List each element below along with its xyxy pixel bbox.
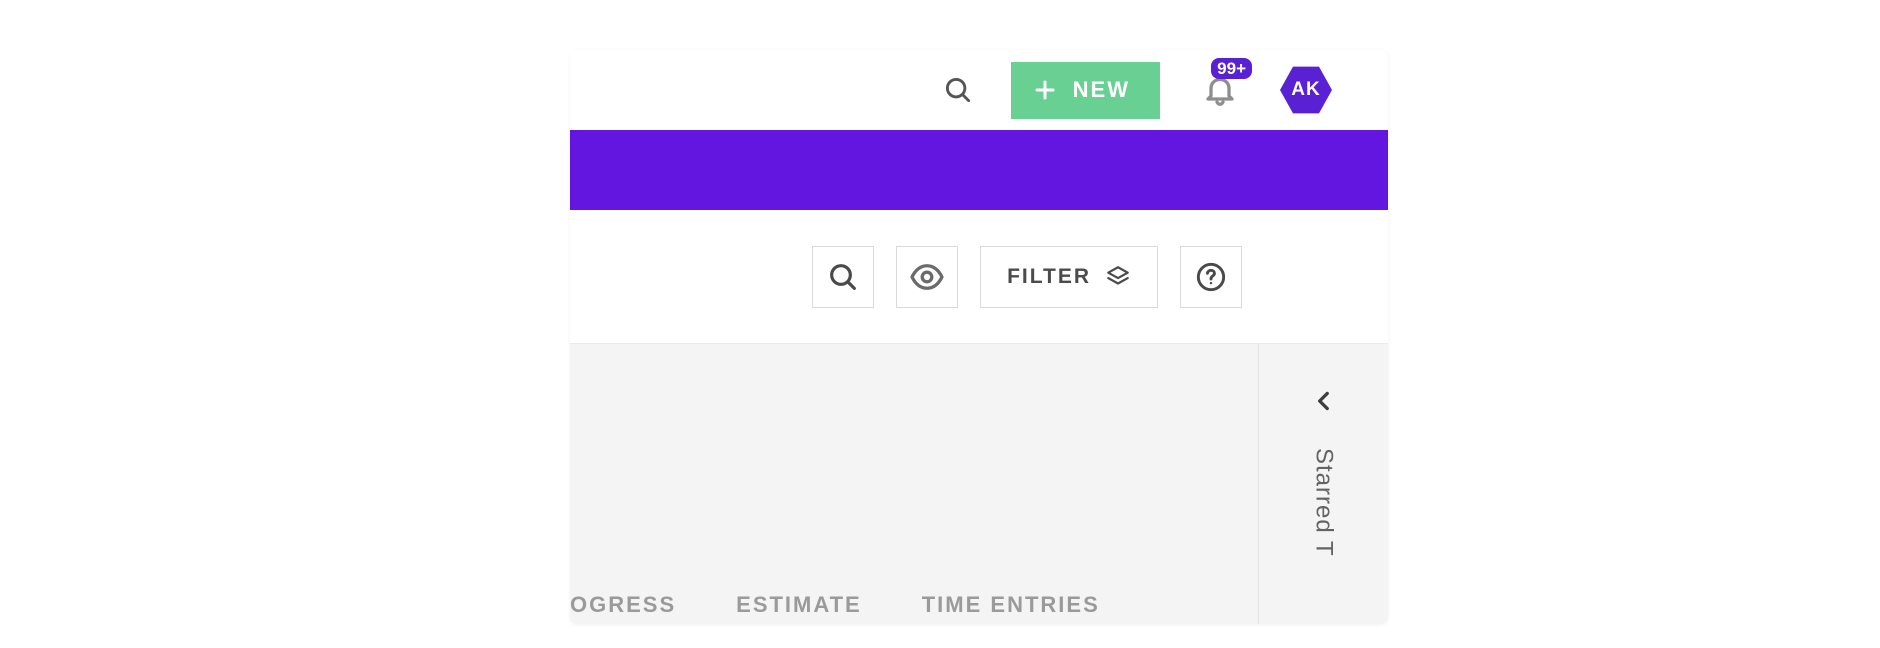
column-headers-row: OGRESS ESTIMATE TIME ENTRIES — [570, 592, 1100, 618]
content-area: OGRESS ESTIMATE TIME ENTRIES — [570, 344, 1258, 624]
filter-button[interactable]: FILTER — [980, 246, 1158, 308]
side-panel-label: Starred T — [1310, 448, 1338, 557]
header-accent-band — [570, 130, 1388, 210]
avatar-initials: AK — [1291, 79, 1320, 101]
global-search-button[interactable] — [943, 75, 973, 105]
help-button[interactable] — [1180, 246, 1242, 308]
help-icon — [1195, 261, 1227, 293]
watch-toggle-button[interactable] — [896, 246, 958, 308]
list-search-button[interactable] — [812, 246, 874, 308]
view-toolbar: FILTER — [570, 210, 1388, 344]
layers-icon — [1105, 264, 1131, 290]
eye-icon — [909, 259, 945, 295]
notification-badge: 99+ — [1211, 58, 1252, 79]
side-panel-collapse-button[interactable] — [1311, 388, 1337, 414]
search-icon — [943, 75, 973, 105]
topbar: NEW 99+ AK — [570, 50, 1388, 130]
avatar-hexagon: AK — [1280, 64, 1332, 116]
column-header-estimate: ESTIMATE — [736, 592, 862, 618]
search-icon — [827, 261, 859, 293]
notifications-button[interactable]: 99+ — [1198, 68, 1242, 112]
side-panel: Starred T — [1258, 344, 1388, 624]
filter-button-label: FILTER — [1007, 265, 1091, 289]
user-avatar[interactable]: AK — [1280, 64, 1332, 116]
main-area: OGRESS ESTIMATE TIME ENTRIES Starred T — [570, 344, 1388, 624]
new-button-label: NEW — [1073, 77, 1130, 103]
new-button[interactable]: NEW — [1011, 62, 1160, 119]
column-header-time-entries: TIME ENTRIES — [922, 592, 1100, 618]
chevron-left-icon — [1311, 388, 1337, 414]
app-window: NEW 99+ AK — [570, 50, 1388, 624]
column-header-progress: OGRESS — [570, 592, 676, 618]
plus-icon — [1033, 78, 1057, 102]
